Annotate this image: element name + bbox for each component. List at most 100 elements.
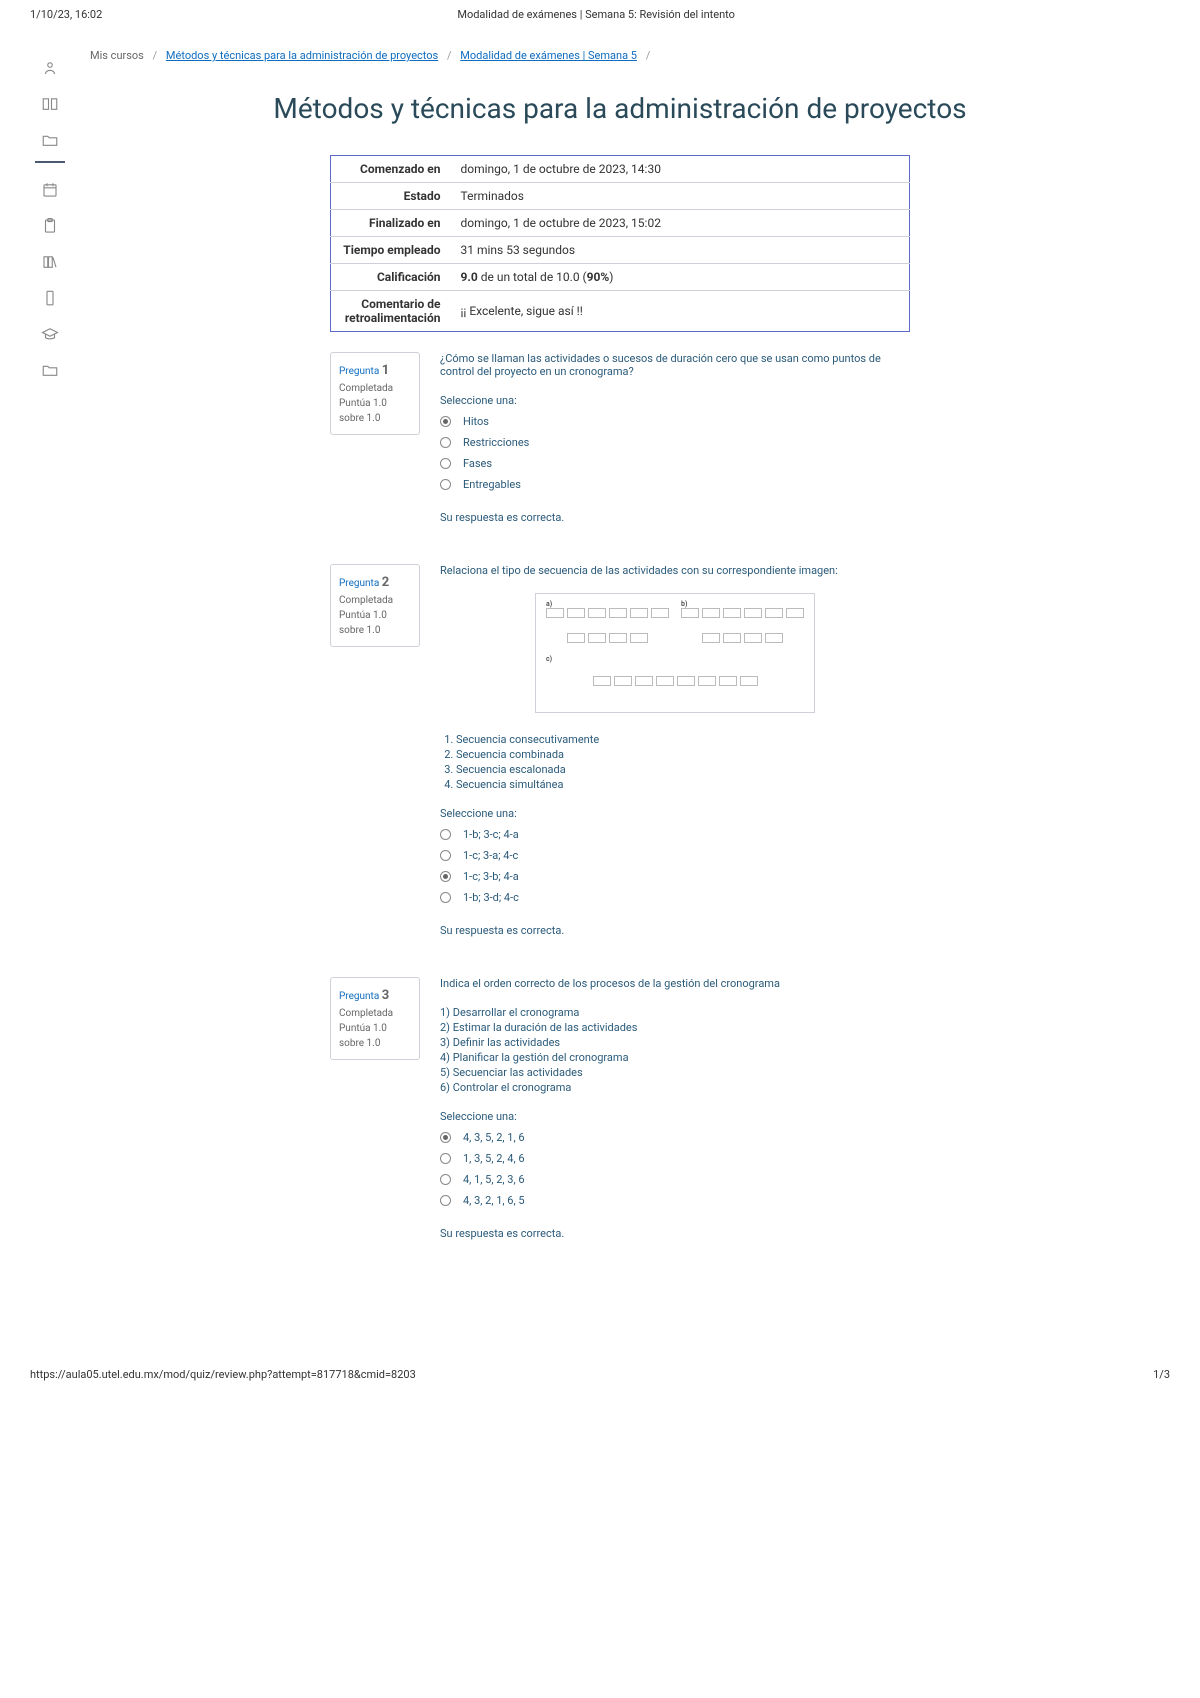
attempt-summary-table: Comenzado endomingo, 1 de octubre de 202… [330, 155, 910, 332]
breadcrumb-root: Mis cursos [90, 49, 144, 62]
radio-icon[interactable] [440, 479, 451, 490]
calendar-icon[interactable] [41, 181, 59, 199]
list-item: Secuencia escalonada [456, 763, 910, 776]
course-title: Métodos y técnicas para la administració… [90, 92, 1150, 125]
question-score-b: sobre 1.0 [339, 623, 411, 638]
option-label: Restricciones [463, 436, 529, 449]
radio-icon[interactable] [440, 850, 451, 861]
question-number: 1 [382, 363, 389, 378]
folder-icon[interactable] [41, 131, 59, 149]
main-content: Mis cursos / Métodos y técnicas para la … [70, 29, 1170, 1300]
radio-icon[interactable] [440, 458, 451, 469]
question-score-a: Puntúa 1.0 [339, 396, 411, 411]
graduation-cap-icon[interactable] [41, 325, 59, 343]
question-body: ¿Cómo se llaman las actividades o suceso… [440, 352, 910, 524]
question-text: Relaciona el tipo de secuencia de las ac… [440, 564, 910, 577]
option-label: 4, 3, 5, 2, 1, 6 [463, 1131, 525, 1144]
question-number: 3 [382, 988, 389, 1003]
select-one-label: Seleccione una: [440, 1110, 910, 1123]
option-row[interactable]: Restricciones [440, 436, 910, 449]
radio-icon[interactable] [440, 416, 451, 427]
option-label: 1-c; 3-a; 4-c [463, 849, 518, 862]
summary-label: Calificación [331, 264, 451, 291]
question-body: Relaciona el tipo de secuencia de las ac… [440, 564, 910, 937]
question-block: Pregunta 2 CompletadaPuntúa 1.0sobre 1.0 R… [330, 564, 910, 937]
summary-label: Finalizado en [331, 210, 451, 237]
question-body: Indica el orden correcto de los procesos… [440, 977, 910, 1240]
breadcrumb-section-link[interactable]: Modalidad de exámenes | Semana 5 [460, 49, 637, 62]
radio-icon[interactable] [440, 829, 451, 840]
print-footer: https://aula05.utel.edu.mx/mod/quiz/revi… [0, 1360, 1200, 1389]
feedback-text: Su respuesta es correcta. [440, 511, 910, 524]
option-row[interactable]: 4, 1, 5, 2, 3, 6 [440, 1173, 910, 1186]
sequence-types-list: Secuencia consecutivamente Secuencia comb… [456, 733, 910, 791]
option-label: 1-c; 3-b; 4-a [463, 870, 519, 883]
question-score-b: sobre 1.0 [339, 1036, 411, 1051]
option-row[interactable]: 1, 3, 5, 2, 4, 6 [440, 1152, 910, 1165]
procedure-line: 5) Secuenciar las actividades [440, 1066, 910, 1079]
option-row[interactable]: Fases [440, 457, 910, 470]
question-text: ¿Cómo se llaman las actividades o suceso… [440, 352, 910, 378]
radio-icon[interactable] [440, 1195, 451, 1206]
option-row[interactable]: Hitos [440, 415, 910, 428]
question-score-b: sobre 1.0 [339, 411, 411, 426]
radio-icon[interactable] [440, 1174, 451, 1185]
print-datetime: 1/10/23, 16:02 [30, 8, 102, 21]
question-block: Pregunta 3CompletadaPuntúa 1.0sobre 1.0I… [330, 977, 910, 1240]
summary-value: domingo, 1 de octubre de 2023, 14:30 [451, 156, 910, 183]
list-item: Secuencia combinada [456, 748, 910, 761]
option-row[interactable]: 1-b; 3-d; 4-c [440, 891, 910, 904]
radio-icon[interactable] [440, 892, 451, 903]
question-meta: Pregunta 2 CompletadaPuntúa 1.0sobre 1.0 [330, 564, 420, 647]
radio-icon[interactable] [440, 1132, 451, 1143]
footer-page: 1/3 [1153, 1368, 1170, 1381]
option-row[interactable]: 1-c; 3-a; 4-c [440, 849, 910, 862]
option-label: 4, 3, 2, 1, 6, 5 [463, 1194, 525, 1207]
option-label: Entregables [463, 478, 521, 491]
procedure-line: 1) Desarrollar el cronograma [440, 1006, 910, 1019]
library-icon[interactable] [41, 253, 59, 271]
mobile-icon[interactable] [41, 289, 59, 307]
option-row[interactable]: 4, 3, 5, 2, 1, 6 [440, 1131, 910, 1144]
options-group: 4, 3, 5, 2, 1, 6 1, 3, 5, 2, 4, 6 4, 1, 5,… [440, 1131, 910, 1207]
summary-value: Terminados [451, 183, 910, 210]
sequence-diagram-image: a)b)c) [535, 593, 815, 713]
question-number: 2 [382, 575, 389, 590]
option-row[interactable]: 1-b; 3-c; 4-a [440, 828, 910, 841]
sidebar-nav [30, 29, 70, 1300]
question-score-a: Puntúa 1.0 [339, 1021, 411, 1036]
question-label: Pregunta [339, 578, 382, 589]
folder2-icon[interactable] [41, 361, 59, 379]
breadcrumb-course-link[interactable]: Métodos y técnicas para la administració… [166, 49, 438, 62]
clipboard-icon[interactable] [41, 217, 59, 235]
feedback-text: Su respuesta es correcta. [440, 1227, 910, 1240]
users-icon[interactable] [41, 59, 59, 77]
option-label: 1, 3, 5, 2, 4, 6 [463, 1152, 525, 1165]
option-row[interactable]: 4, 3, 2, 1, 6, 5 [440, 1194, 910, 1207]
summary-label: Tiempo empleado [331, 237, 451, 264]
list-item: Secuencia consecutivamente [456, 733, 910, 746]
radio-icon[interactable] [440, 1153, 451, 1164]
summary-value: 9.0 de un total de 10.0 (90%) [451, 264, 910, 291]
question-completed: Completada [339, 593, 411, 608]
option-row[interactable]: Entregables [440, 478, 910, 491]
procedure-line: 3) Definir las actividades [440, 1036, 910, 1049]
option-label: Hitos [463, 415, 489, 428]
radio-icon[interactable] [440, 871, 451, 882]
option-row[interactable]: 1-c; 3-b; 4-a [440, 870, 910, 883]
summary-label: Comentario de retroalimentación [331, 291, 451, 332]
procedure-line: 2) Estimar la duración de las actividade… [440, 1021, 910, 1034]
questions-container: Pregunta 1CompletadaPuntúa 1.0sobre 1.0¿… [330, 352, 910, 1240]
question-label: Pregunta [339, 366, 382, 377]
radio-icon[interactable] [440, 437, 451, 448]
option-label: 1-b; 3-c; 4-a [463, 828, 519, 841]
question-score-a: Puntúa 1.0 [339, 608, 411, 623]
summary-value: 31 mins 53 segundos [451, 237, 910, 264]
question-meta: Pregunta 1CompletadaPuntúa 1.0sobre 1.0 [330, 352, 420, 435]
question-block: Pregunta 1CompletadaPuntúa 1.0sobre 1.0 ¿… [330, 352, 910, 524]
book-open-icon[interactable] [41, 95, 59, 113]
option-label: 1-b; 3-d; 4-c [463, 891, 519, 904]
options-group: Hitos Restricciones Fases Entregables [440, 415, 910, 491]
footer-url: https://aula05.utel.edu.mx/mod/quiz/revi… [30, 1368, 416, 1381]
breadcrumb: Mis cursos / Métodos y técnicas para la … [90, 49, 1150, 62]
